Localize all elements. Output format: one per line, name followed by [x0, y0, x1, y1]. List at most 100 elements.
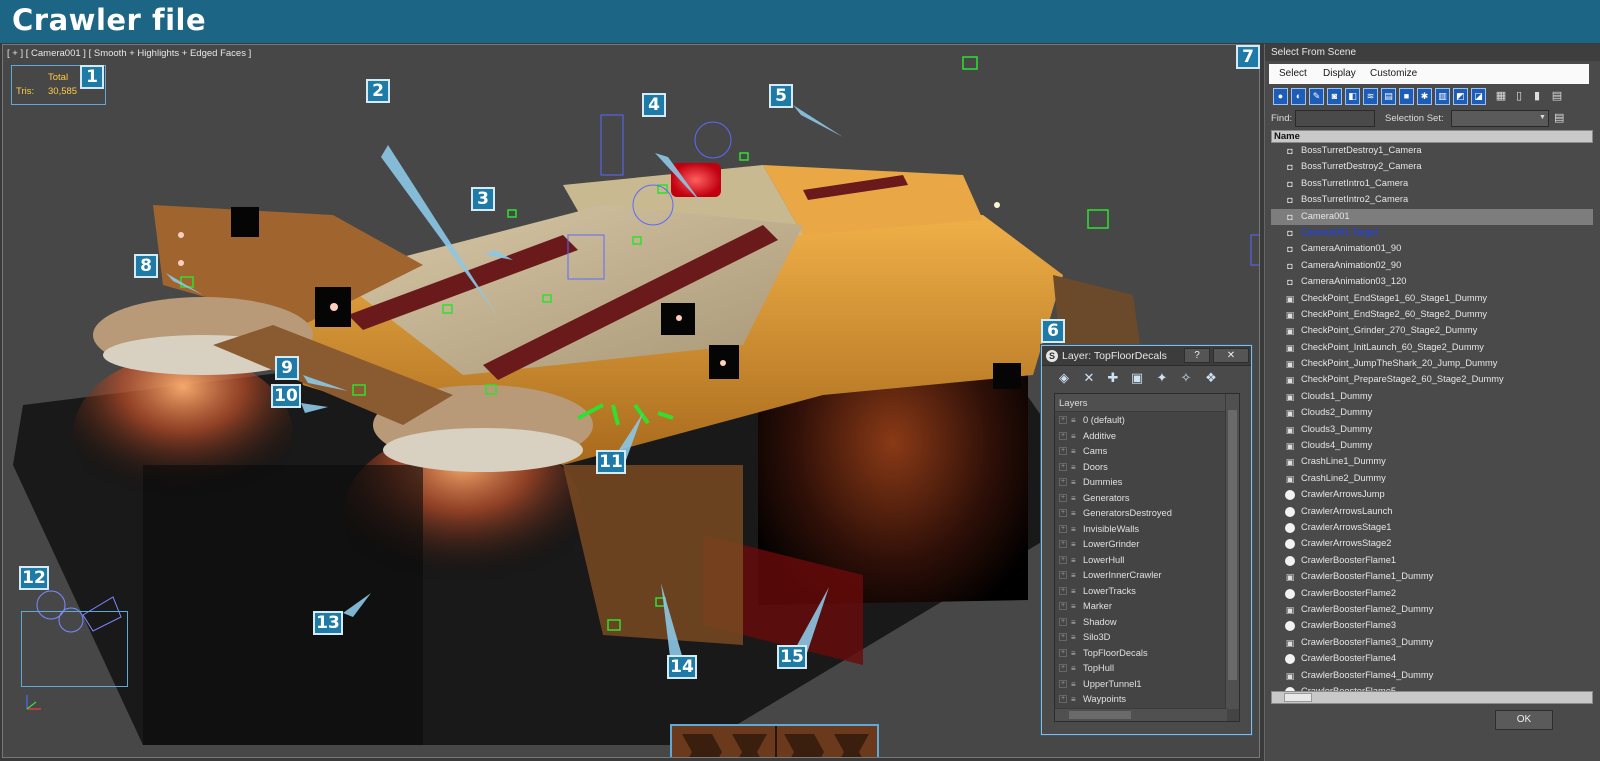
menu-customize[interactable]: Customize: [1370, 68, 1417, 79]
cameras-filter-icon[interactable]: ◙: [1327, 88, 1342, 105]
helpers-filter-icon[interactable]: ◧: [1345, 88, 1360, 105]
layer-row[interactable]: + ≡ InvisibleWalls: [1055, 522, 1225, 538]
name-column-header[interactable]: Name: [1271, 130, 1593, 143]
layer-row[interactable]: + ≡ Waypoints: [1055, 692, 1225, 708]
expand-icon[interactable]: +: [1059, 602, 1067, 610]
expand-icon[interactable]: +: [1059, 555, 1067, 564]
selection-set-dropdown[interactable]: [1451, 110, 1549, 127]
select-from-scene-panel[interactable]: Select From Scene Select Display Customi…: [1264, 44, 1600, 761]
geometry-filter-icon[interactable]: ●: [1273, 88, 1288, 105]
layer-row[interactable]: + ≡ 0 (default): [1055, 413, 1225, 429]
scene-list-item[interactable]: ◘ Camera001.Target: [1271, 225, 1593, 241]
expand-icon[interactable]: +: [1059, 540, 1067, 548]
layer-hscroll-thumb[interactable]: [1069, 711, 1131, 719]
layer-row[interactable]: + ≡ Additive: [1055, 429, 1225, 445]
expand-icon[interactable]: +: [1059, 648, 1067, 657]
layer-row[interactable]: + ≡ Doors: [1055, 460, 1225, 476]
scene-hscroll-thumb[interactable]: [1284, 693, 1312, 702]
expand-icon[interactable]: +: [1059, 524, 1067, 533]
scene-list-item[interactable]: CrawlerArrowsStage2: [1271, 536, 1593, 552]
scene-list-item[interactable]: ▣ CheckPoint_EndStage1_60_Stage1_Dummy: [1271, 291, 1593, 307]
expand-icon[interactable]: +: [1059, 493, 1067, 502]
containers-filter-icon[interactable]: ▥: [1435, 88, 1450, 105]
spacewarps-filter-icon[interactable]: ≋: [1363, 88, 1378, 105]
scene-list-item[interactable]: ▣ CheckPoint_Grinder_270_Stage2_Dummy: [1271, 323, 1593, 339]
expand-icon[interactable]: +: [1059, 431, 1067, 440]
layer-horizontal-scrollbar[interactable]: [1055, 708, 1227, 721]
scene-horizontal-scrollbar[interactable]: [1271, 691, 1593, 704]
layer-scroll-thumb[interactable]: [1228, 410, 1237, 680]
layer-list[interactable]: Layers + ≡ 0 (default) + ≡ Additive + ≡ Cams + ≡ Do…: [1054, 393, 1240, 722]
layer-row[interactable]: + ≡ LowerInnerCrawler: [1055, 568, 1225, 584]
scene-list-item[interactable]: ▣ CrashLine2_Dummy: [1271, 471, 1593, 487]
expand-icon[interactable]: +: [1059, 478, 1067, 486]
bones-filter-icon[interactable]: ✱: [1417, 88, 1432, 105]
expand-icon[interactable]: +: [1059, 586, 1067, 595]
scene-list-item[interactable]: ▣ CrawlerBoosterFlame1_Dummy: [1271, 569, 1593, 585]
freeze-all-icon[interactable]: ❖: [1203, 370, 1219, 386]
layer-row[interactable]: + ≡ TopFloorDecals: [1055, 646, 1225, 662]
layer-row[interactable]: + ≡ Generators: [1055, 491, 1225, 507]
layer-row[interactable]: + ≡ LowerTracks: [1055, 584, 1225, 600]
groups-filter-icon[interactable]: ▤: [1381, 88, 1396, 105]
scene-list-item[interactable]: CrawlerBoosterFlame1: [1271, 553, 1593, 569]
layer-row[interactable]: + ≡ Dummies: [1055, 475, 1225, 491]
dropdown-arrow-icon[interactable]: ▼: [1539, 114, 1546, 121]
scene-list-item[interactable]: ▣ CheckPoint_EndStage2_60_Stage2_Dummy: [1271, 307, 1593, 323]
select-all-icon[interactable]: ▦: [1495, 88, 1507, 105]
scene-list-item[interactable]: ◘ CameraAnimation01_90: [1271, 241, 1593, 257]
scene-object-list[interactable]: ◘ BossTurretDestroy1_Camera ◘ BossTurretDes…: [1271, 143, 1593, 691]
scene-list-item[interactable]: ▣ CrawlerBoosterFlame2_Dummy: [1271, 602, 1593, 618]
scene-list-item[interactable]: ◘ Camera001: [1271, 208, 1593, 225]
scene-list-item[interactable]: ▣ CrashLine1_Dummy: [1271, 454, 1593, 470]
expand-icon[interactable]: +: [1059, 679, 1067, 688]
scene-list-item[interactable]: ▣ CrawlerBoosterFlame3_Dummy: [1271, 635, 1593, 651]
scene-list-item[interactable]: ▣ CheckPoint_PrepareStage2_60_Stage2_Dumm…: [1271, 372, 1593, 388]
expand-icon[interactable]: +: [1059, 462, 1067, 471]
lights-filter-icon[interactable]: ✎: [1309, 88, 1324, 105]
scene-list-item[interactable]: ▣ Clouds3_Dummy: [1271, 422, 1593, 438]
scene-list-item[interactable]: ◘ BossTurretIntro1_Camera: [1271, 176, 1593, 192]
new-layer-icon[interactable]: ◈: [1056, 370, 1072, 386]
hide-all-icon[interactable]: ✧: [1178, 370, 1194, 386]
layer-row[interactable]: + ≡ GeneratorsDestroyed: [1055, 506, 1225, 522]
add-to-layer-icon[interactable]: ✚: [1105, 370, 1121, 386]
scene-list-item[interactable]: ▣ CheckPoint_InitLaunch_60_Stage2_Dummy: [1271, 340, 1593, 356]
viewport-label[interactable]: [ + ] [ Camera001 ] [ Smooth + Highlight…: [7, 48, 251, 59]
scene-list-item[interactable]: ◘ CameraAnimation03_120: [1271, 274, 1593, 290]
expand-icon[interactable]: +: [1059, 416, 1067, 424]
menu-display[interactable]: Display: [1323, 68, 1356, 79]
scene-list-item[interactable]: ▣ Clouds2_Dummy: [1271, 405, 1593, 421]
scene-list-item[interactable]: CrawlerArrowsJump: [1271, 487, 1593, 503]
scene-list-item[interactable]: ◘ CameraAnimation02_90: [1271, 258, 1593, 274]
frozen-filter-icon[interactable]: ◩: [1453, 88, 1468, 105]
select-objects-icon[interactable]: ▣: [1129, 370, 1145, 386]
layer-dialog-titlebar[interactable]: S Layer: TopFloorDecals ? ✕: [1042, 346, 1251, 366]
expand-icon[interactable]: +: [1059, 617, 1067, 626]
scene-list-item[interactable]: ▣ Clouds4_Dummy: [1271, 438, 1593, 454]
layer-row[interactable]: + ≡ LowerGrinder: [1055, 537, 1225, 553]
expand-icon[interactable]: +: [1059, 571, 1067, 579]
layer-row[interactable]: + ≡ UpperTunnel1: [1055, 677, 1225, 693]
scene-list-item[interactable]: ◘ BossTurretDestroy2_Camera: [1271, 159, 1593, 175]
scene-list-item[interactable]: CrawlerBoosterFlame5: [1271, 684, 1593, 691]
scene-list-item[interactable]: CrawlerBoosterFlame3: [1271, 618, 1593, 634]
scene-list-item[interactable]: CrawlerArrowsStage1: [1271, 520, 1593, 536]
scene-list-item[interactable]: ◘ BossTurretIntro2_Camera: [1271, 192, 1593, 208]
delete-layer-icon[interactable]: ✕: [1081, 370, 1097, 386]
panel-options-icon[interactable]: ▤: [1551, 88, 1563, 105]
scene-list-item[interactable]: ▣ CrawlerBoosterFlame4_Dummy: [1271, 668, 1593, 684]
layers-column-header[interactable]: Layers: [1055, 394, 1225, 412]
close-button[interactable]: ✕: [1213, 348, 1249, 363]
shapes-filter-icon[interactable]: ◐: [1291, 88, 1306, 105]
layer-vertical-scrollbar[interactable]: [1225, 394, 1239, 709]
scene-list-item[interactable]: ▣ Clouds1_Dummy: [1271, 389, 1593, 405]
expand-icon[interactable]: +: [1059, 695, 1067, 703]
xrefs-filter-icon[interactable]: ■: [1399, 88, 1414, 105]
expand-icon[interactable]: +: [1059, 664, 1067, 672]
menu-select[interactable]: Select: [1279, 68, 1307, 79]
find-input[interactable]: [1295, 110, 1375, 127]
ok-button[interactable]: OK: [1495, 710, 1553, 730]
layer-row[interactable]: + ≡ Marker: [1055, 599, 1225, 615]
help-button[interactable]: ?: [1184, 348, 1210, 363]
